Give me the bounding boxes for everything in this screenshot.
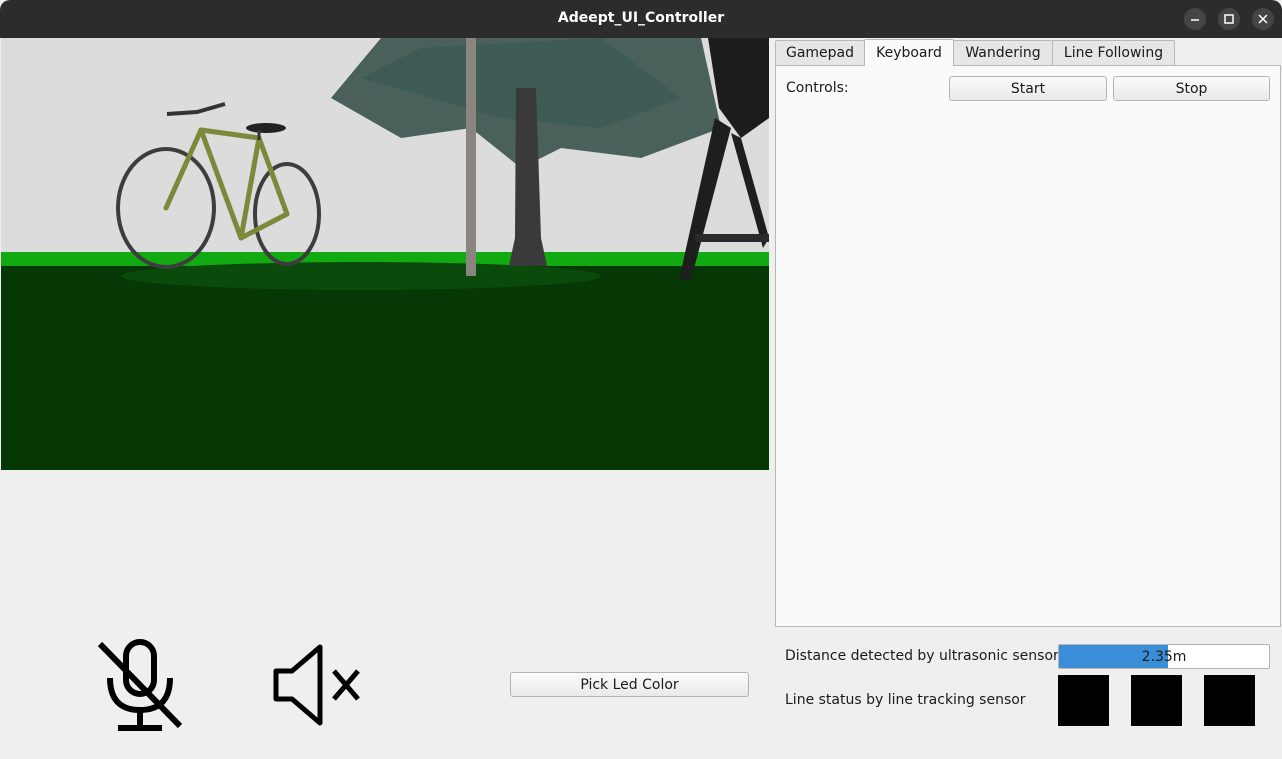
line-sensor-right — [1204, 675, 1255, 726]
tab-gamepad[interactable]: Gamepad — [775, 40, 865, 65]
tab-wandering[interactable]: Wandering — [953, 40, 1053, 65]
stop-button[interactable]: Stop — [1113, 76, 1270, 101]
window-title: Adeept_UI_Controller — [557, 10, 725, 26]
line-status-label: Line status by line tracking sensor — [785, 692, 1026, 708]
controls-label: Controls: — [786, 80, 849, 96]
keyboard-panel — [775, 65, 1281, 627]
speaker-muted-icon[interactable] — [272, 643, 364, 731]
maximize-button[interactable] — [1218, 8, 1240, 30]
close-button[interactable] — [1252, 8, 1274, 30]
close-icon — [1258, 14, 1268, 24]
maximize-icon — [1224, 14, 1234, 24]
distance-label: Distance detected by ultrasonic sensor: — [785, 648, 1064, 664]
pick-led-color-button[interactable]: Pick Led Color — [510, 672, 749, 697]
line-sensor-middle — [1131, 675, 1182, 726]
minimize-icon — [1191, 19, 1199, 21]
mic-muted-icon[interactable] — [96, 638, 186, 736]
distance-progress-bar: 2.35m — [1058, 644, 1270, 669]
distance-value: 2.35m — [1141, 648, 1187, 665]
tab-keyboard[interactable]: Keyboard — [864, 39, 954, 66]
line-sensor-left — [1058, 675, 1109, 726]
camera-view — [1, 38, 769, 470]
title-bar: Adeept_UI_Controller — [0, 0, 1282, 38]
start-button[interactable]: Start — [949, 76, 1107, 101]
minimize-button[interactable] — [1184, 8, 1206, 30]
tab-line-following[interactable]: Line Following — [1052, 40, 1175, 65]
